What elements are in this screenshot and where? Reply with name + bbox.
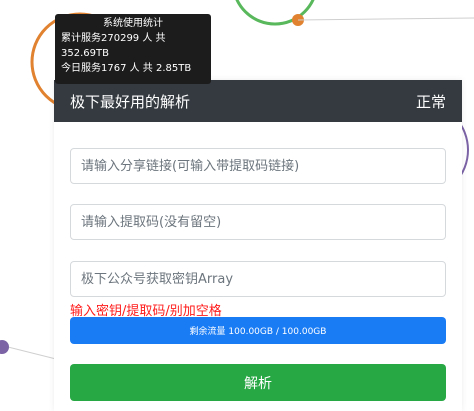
quota-progress-fill: 剩余流量 100.00GB / 100.00GB bbox=[70, 317, 446, 344]
key-input[interactable] bbox=[70, 261, 446, 297]
stats-tooltip: 系统使用统计 累计服务270299 人 共 352.69TB 今日服务1767 … bbox=[55, 14, 211, 84]
parse-button[interactable]: 解析 bbox=[70, 364, 446, 401]
tooltip-total-size: 352.69TB bbox=[61, 48, 109, 59]
tooltip-today: 今日服务1767 人 共 2.85TB bbox=[61, 63, 192, 74]
share-link-input[interactable] bbox=[70, 148, 446, 184]
quota-text: 剩余流量 100.00GB / 100.00GB bbox=[189, 327, 327, 337]
parse-card: 极下最好用的解析 正常 输入密钥/提取码/别加空格 剩余流量 100.00GB … bbox=[54, 80, 462, 411]
tooltip-total-users: 累计服务270299 人 共 bbox=[61, 33, 166, 44]
deco-line-left bbox=[0, 344, 61, 361]
card-title: 极下最好用的解析 bbox=[70, 92, 191, 111]
tooltip-title: 系统使用统计 bbox=[103, 18, 163, 29]
deco-line-top bbox=[297, 17, 474, 21]
deco-purple-dot bbox=[0, 340, 9, 354]
extract-code-input[interactable] bbox=[70, 204, 446, 240]
quota-progress-bar: 剩余流量 100.00GB / 100.00GB bbox=[70, 317, 446, 344]
status-label: 正常 bbox=[415, 92, 446, 111]
card-header: 极下最好用的解析 正常 bbox=[54, 80, 462, 122]
